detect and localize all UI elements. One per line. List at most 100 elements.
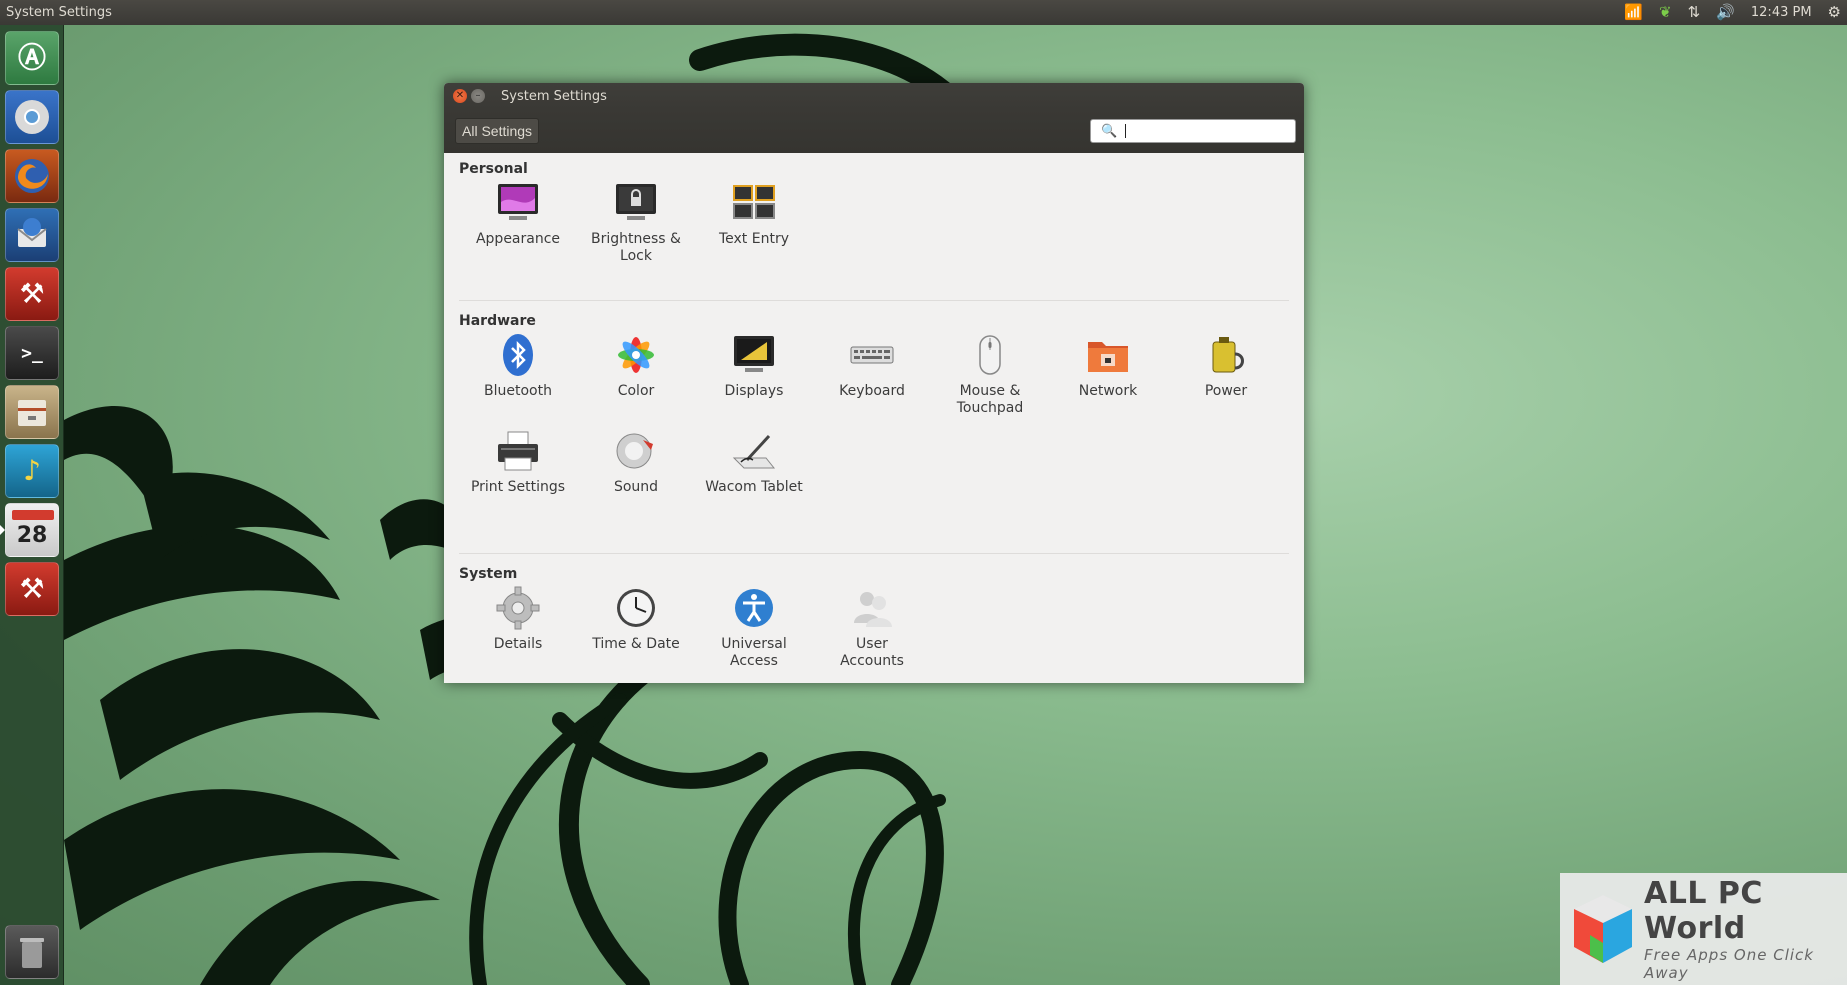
launcher: Ⓐ ⚒ >_ ♪ 28 ⚒: [0, 25, 64, 985]
settings-item-label: Power: [1204, 383, 1248, 399]
settings-item-label: Wacom Tablet: [705, 479, 803, 495]
settings-item-label: Mouse & Touchpad: [956, 383, 1024, 416]
launcher-system-settings[interactable]: ⚒: [5, 562, 59, 616]
settings-item-mouse-touchpad[interactable]: Mouse & Touchpad: [931, 331, 1049, 417]
settings-item-label: Bluetooth: [484, 383, 552, 399]
chromium-icon: [15, 100, 49, 134]
text-caret: [1125, 124, 1126, 138]
launcher-chromium[interactable]: [5, 90, 59, 144]
settings-item-user-accounts[interactable]: User Accounts: [813, 584, 931, 670]
grid-row-break: [459, 417, 1289, 427]
settings-item-wacom-tablet[interactable]: Wacom Tablet: [695, 427, 813, 496]
launcher-system-tools[interactable]: ⚒: [5, 267, 59, 321]
section-system: System Details Time & Date Universal Acc…: [459, 554, 1289, 694]
settings-content: Personal Appearance Brightness & Lock Te…: [444, 153, 1304, 694]
network-icon: [1084, 331, 1132, 379]
settings-item-text-entry[interactable]: Text Entry: [695, 179, 813, 265]
section-personal: Personal Appearance Brightness & Lock Te…: [459, 161, 1289, 300]
section-title-personal: Personal: [459, 161, 528, 177]
settings-item-time-date[interactable]: Time & Date: [577, 584, 695, 670]
launcher-trash[interactable]: [5, 925, 59, 979]
search-box[interactable]: 🔍: [1090, 119, 1296, 143]
watermark-cube-icon: [1570, 891, 1636, 967]
search-icon: 🔍: [1101, 123, 1118, 139]
system-grid: Details Time & Date Universal Access Use…: [459, 584, 1289, 670]
volume-icon[interactable]: 🔊: [1716, 5, 1735, 20]
firefox-icon: [15, 159, 49, 193]
launcher-active-indicator: [0, 525, 5, 535]
launcher-firefox[interactable]: [5, 149, 59, 203]
settings-item-brightness-lock[interactable]: Brightness & Lock: [577, 179, 695, 265]
appearance-icon: [494, 179, 542, 227]
settings-item-label: User Accounts: [840, 636, 904, 669]
tools-icon: ⚒: [19, 277, 45, 310]
text-entry-icon: [730, 179, 778, 227]
displays-icon: [730, 331, 778, 379]
top-panel: System Settings 📶 ❦ ⇅ 🔊 12:43 PM ⚙: [0, 0, 1847, 25]
settings-item-bluetooth[interactable]: Bluetooth: [459, 331, 577, 417]
tomboy-icon[interactable]: ❦: [1659, 5, 1672, 20]
settings-item-label: Sound: [613, 479, 659, 495]
launcher-files[interactable]: [5, 385, 59, 439]
window-titlebar[interactable]: ✕ – System Settings: [444, 83, 1304, 109]
settings-item-color[interactable]: Color: [577, 331, 695, 417]
settings-item-appearance[interactable]: Appearance: [459, 179, 577, 265]
minimize-window-button[interactable]: –: [471, 89, 485, 103]
settings-item-universal-access[interactable]: Universal Access: [695, 584, 813, 670]
personal-grid: Appearance Brightness & Lock Text Entry: [459, 179, 1289, 265]
settings-item-print-settings[interactable]: Print Settings: [459, 427, 577, 496]
settings-item-label: Color: [617, 383, 655, 399]
settings-item-label: Time & Date: [592, 636, 680, 652]
user-accounts-icon: [848, 584, 896, 632]
settings-item-label: Displays: [724, 383, 784, 399]
details-gear-icon: [494, 584, 542, 632]
clock-icon: [612, 584, 660, 632]
close-window-button[interactable]: ✕: [453, 89, 467, 103]
launcher-music[interactable]: ♪: [5, 444, 59, 498]
launcher-thunderbird[interactable]: [5, 208, 59, 262]
settings-icon: ⚒: [19, 572, 45, 605]
watermark: ALL PC World Free Apps One Click Away: [1560, 873, 1847, 985]
search-input[interactable]: [1123, 123, 1284, 139]
network-wifi-icon[interactable]: 📶: [1624, 5, 1643, 20]
sound-icon: [612, 427, 660, 475]
minimize-icon: –: [475, 90, 481, 101]
close-icon: ✕: [455, 90, 465, 101]
settings-item-label: Network: [1078, 383, 1138, 399]
settings-item-label: Keyboard: [839, 383, 905, 399]
settings-item-sound[interactable]: Sound: [577, 427, 695, 496]
settings-item-network[interactable]: Network: [1049, 331, 1167, 417]
mouse-icon: [966, 331, 1014, 379]
launcher-calendar[interactable]: 28: [5, 503, 59, 557]
hardware-grid: Bluetooth Color Displays Keyboard Mouse …: [459, 331, 1289, 496]
files-icon: [18, 400, 46, 426]
window-title: System Settings: [501, 88, 607, 104]
transfer-icon[interactable]: ⇅: [1688, 5, 1701, 20]
launcher-terminal[interactable]: >_: [5, 326, 59, 380]
all-settings-button[interactable]: All Settings: [455, 118, 540, 144]
launcher-software-center[interactable]: Ⓐ: [5, 31, 59, 85]
launcher-a-icon: Ⓐ: [17, 41, 46, 74]
clock[interactable]: 12:43 PM: [1751, 5, 1812, 20]
settings-item-details[interactable]: Details: [459, 584, 577, 670]
bluetooth-icon: [494, 331, 542, 379]
settings-item-label: Appearance: [475, 231, 561, 247]
session-gear-icon[interactable]: ⚙: [1828, 5, 1841, 20]
settings-item-power[interactable]: Power: [1167, 331, 1285, 417]
calendar-icon: 28: [16, 522, 48, 548]
printer-icon: [494, 427, 542, 475]
settings-item-displays[interactable]: Displays: [695, 331, 813, 417]
thunderbird-icon: [17, 218, 47, 247]
system-settings-window: ✕ – System Settings All Settings 🔍 Perso…: [444, 83, 1304, 683]
active-app-title: System Settings: [6, 5, 112, 20]
watermark-title: ALL PC World: [1644, 876, 1763, 946]
settings-item-label: Details: [493, 636, 543, 652]
settings-item-label: Universal Access: [721, 636, 787, 669]
settings-item-label: Text Entry: [718, 231, 789, 247]
indicator-area: 📶 ❦ ⇅ 🔊 12:43 PM ⚙: [1624, 5, 1841, 21]
section-title-hardware: Hardware: [459, 313, 536, 329]
settings-item-keyboard[interactable]: Keyboard: [813, 331, 931, 417]
settings-item-label: Brightness & Lock: [591, 231, 681, 264]
wacom-tablet-icon: [730, 427, 778, 475]
universal-access-icon: [730, 584, 778, 632]
